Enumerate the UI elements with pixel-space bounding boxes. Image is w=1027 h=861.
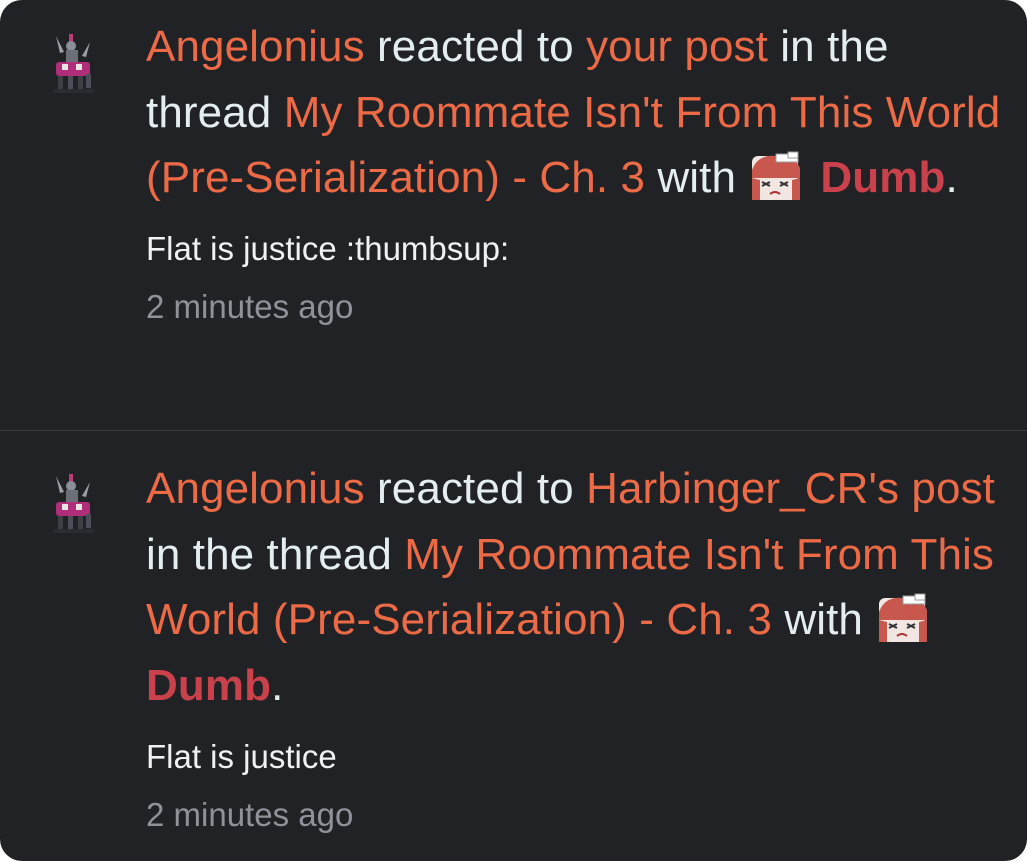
- notification-panel: Angelonius reacted to your post in the t…: [0, 0, 1027, 861]
- verb-text: reacted to: [364, 22, 587, 71]
- verb-text: reacted to: [364, 464, 587, 513]
- timestamp[interactable]: 2 minutes ago: [146, 795, 1006, 835]
- post-link[interactable]: your post: [586, 22, 768, 71]
- timestamp[interactable]: 2 minutes ago: [146, 287, 1006, 327]
- reaction-name: Dumb: [146, 660, 272, 710]
- with-text: with: [772, 595, 876, 644]
- post-snippet: Flat is justice :thumbsup:: [146, 229, 510, 267]
- avatar-icon: [54, 474, 94, 533]
- post-link[interactable]: Harbinger_CR's post: [586, 464, 995, 513]
- end-punct: .: [945, 153, 958, 202]
- avatar-icon: [54, 34, 94, 93]
- dumb-reaction-icon: [879, 593, 928, 642]
- notification-item[interactable]: Angelonius reacted to Harbinger_CR's pos…: [0, 431, 1027, 861]
- notification-headline: Angelonius reacted to Harbinger_CR's pos…: [146, 456, 1006, 718]
- notification-item[interactable]: Angelonius reacted to your post in the t…: [0, 0, 1027, 430]
- avatar[interactable]: [50, 474, 100, 536]
- notification-headline: Angelonius reacted to your post in the t…: [146, 14, 1006, 211]
- notification-content: Angelonius reacted to Harbinger_CR's pos…: [146, 456, 1006, 835]
- reaction-name: Dumb: [820, 153, 946, 202]
- with-text: with: [645, 153, 749, 202]
- actor-link[interactable]: Angelonius: [146, 22, 365, 71]
- post-snippet: Flat is justice: [146, 738, 337, 775]
- end-punct: .: [271, 660, 284, 710]
- in-thread-text: in the thread: [146, 529, 405, 579]
- avatar[interactable]: [50, 34, 100, 96]
- actor-link[interactable]: Angelonius: [146, 464, 365, 513]
- notification-content: Angelonius reacted to your post in the t…: [146, 14, 1006, 327]
- dumb-reaction-icon: [752, 151, 801, 200]
